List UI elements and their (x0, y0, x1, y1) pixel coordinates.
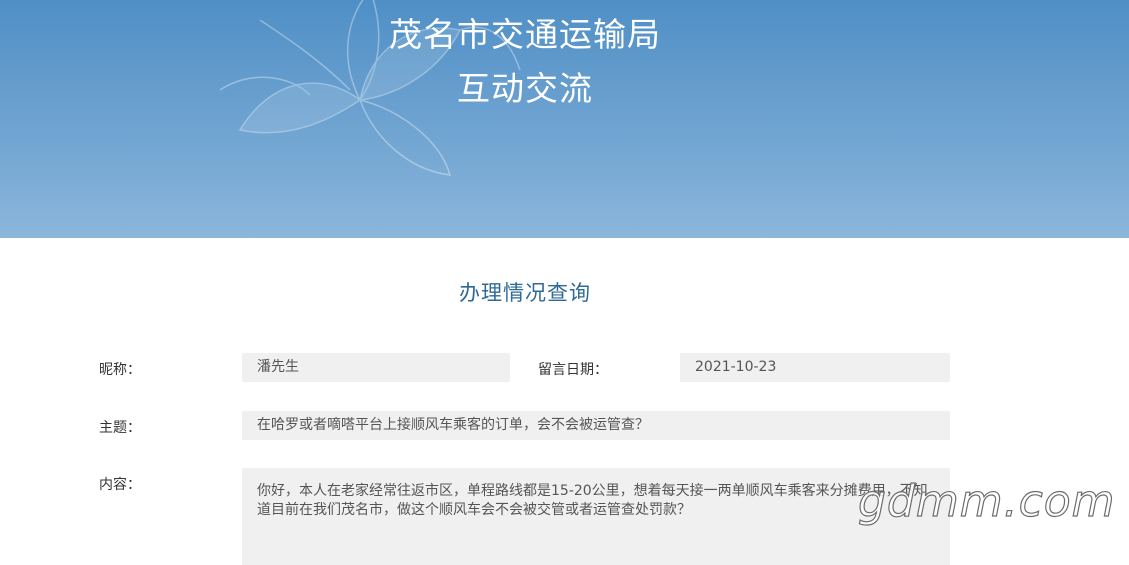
content-label: 内容： (99, 477, 141, 493)
site-title: 茂名市交通运输局 (389, 15, 661, 54)
subject-field: 在哈罗或者嘀嗒平台上接顺风车乘客的订单，会不会被运管查？ (242, 411, 950, 440)
nickname-label: 昵称： (99, 362, 141, 378)
watermark-logo: gdmm.com (857, 475, 1116, 527)
site-subtitle: 互动交流 (457, 69, 593, 108)
date-label: 留言日期： (538, 362, 608, 378)
subject-label: 主题： (99, 420, 141, 436)
header-banner: 茂名市交通运输局 互动交流 (0, 0, 1129, 238)
nickname-field: 潘先生 (242, 353, 510, 382)
content-field: 你好，本人在老家经常往返市区，单程路线都是15-20公里，想着每天接一两单顺风车… (242, 468, 950, 565)
date-field: 2021-10-23 (680, 353, 950, 382)
page-title: 办理情况查询 (459, 281, 591, 305)
